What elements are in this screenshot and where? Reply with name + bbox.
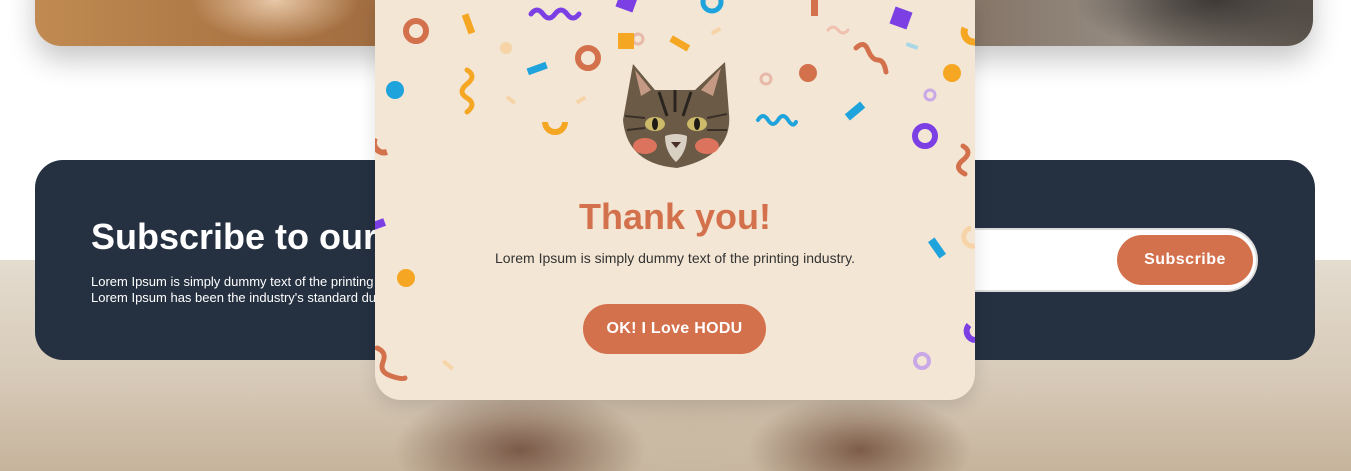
subscribe-form: Subscribe: [935, 228, 1258, 292]
modal-message: Lorem Ipsum is simply dummy text of the …: [495, 250, 855, 266]
thank-you-modal: Thank you! Lorem Ipsum is simply dummy t…: [375, 0, 975, 400]
cat-face-icon: [623, 62, 730, 168]
ok-love-hodu-button[interactable]: OK! I Love HODU: [583, 304, 766, 354]
modal-title: Thank you!: [578, 196, 771, 237]
subscribe-button[interactable]: Subscribe: [1117, 235, 1253, 285]
